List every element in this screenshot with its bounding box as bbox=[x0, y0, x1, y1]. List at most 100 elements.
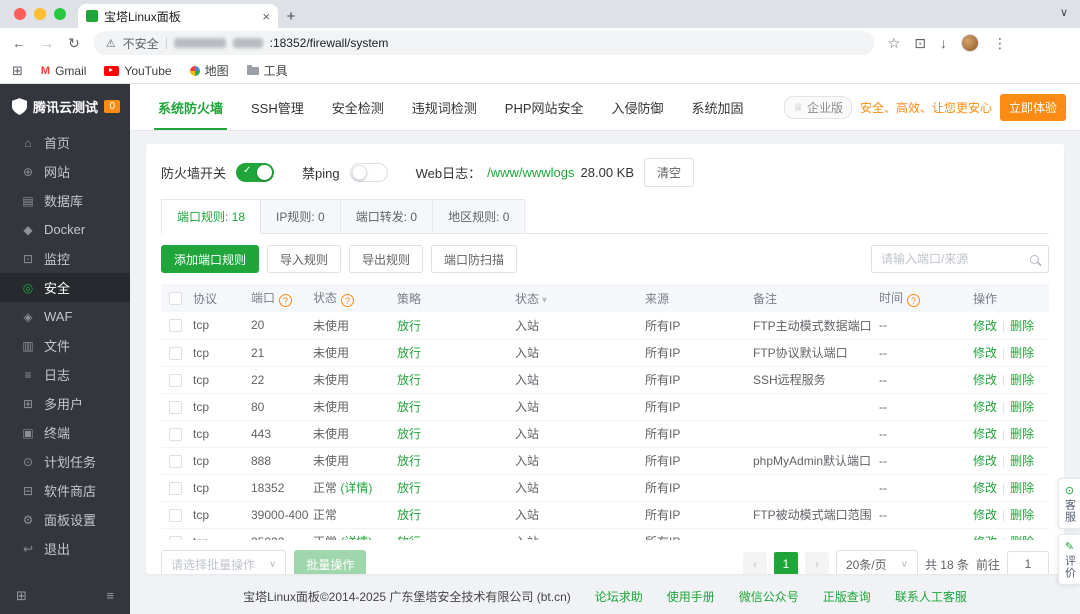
edit-link[interactable]: 修改 bbox=[973, 373, 997, 387]
select-all-checkbox[interactable] bbox=[169, 292, 182, 305]
page-size-select[interactable]: 20条/页 ∨ bbox=[836, 550, 918, 574]
top-tab[interactable]: 入侵防御 bbox=[598, 84, 678, 130]
apps-grid-icon[interactable]: ⊞ bbox=[12, 63, 23, 79]
sidebar-item-security[interactable]: ◎安全 bbox=[0, 273, 130, 302]
search-icon[interactable] bbox=[1030, 255, 1039, 264]
sidebar-item-database[interactable]: ▤数据库 bbox=[0, 186, 130, 215]
batch-apply-button[interactable]: 批量操作 bbox=[294, 550, 366, 574]
profile-avatar[interactable] bbox=[961, 34, 979, 52]
footer-link[interactable]: 正版查询 bbox=[823, 588, 871, 605]
edit-link[interactable]: 修改 bbox=[973, 427, 997, 441]
batch-select[interactable]: 请选择批量操作 ∨ bbox=[161, 550, 286, 574]
tab-close-icon[interactable]: × bbox=[262, 9, 270, 24]
message-count-badge[interactable]: 0 bbox=[104, 100, 120, 113]
bookmark-star-icon[interactable]: ☆ bbox=[888, 35, 901, 52]
edit-link[interactable]: 修改 bbox=[973, 319, 997, 333]
current-page-button[interactable]: 1 bbox=[774, 552, 798, 574]
delete-link[interactable]: 删除 bbox=[1010, 373, 1034, 387]
rule-subtab[interactable]: 地区规则: 0 bbox=[432, 199, 525, 234]
edit-link[interactable]: 修改 bbox=[973, 400, 997, 414]
help-icon[interactable]: ? bbox=[279, 294, 292, 307]
footer-link[interactable]: 使用手册 bbox=[667, 588, 715, 605]
sidebar-item-cron[interactable]: ⊙计划任务 bbox=[0, 447, 130, 476]
edit-link[interactable]: 修改 bbox=[973, 481, 997, 495]
prev-page-button[interactable]: ‹ bbox=[743, 552, 767, 574]
new-tab-button[interactable]: + bbox=[278, 4, 304, 28]
top-tab[interactable]: SSH管理 bbox=[237, 84, 318, 130]
row-checkbox[interactable] bbox=[169, 482, 182, 495]
browser-menu-icon[interactable]: ⋮ bbox=[993, 35, 1007, 52]
ping-toggle[interactable] bbox=[350, 163, 388, 182]
row-checkbox[interactable] bbox=[169, 401, 182, 414]
try-now-button[interactable]: 立即体验 bbox=[1000, 94, 1066, 121]
toolbar-button[interactable]: 添加端口规则 bbox=[161, 245, 259, 273]
top-tab[interactable]: 系统加固 bbox=[678, 84, 758, 130]
top-tab[interactable]: 违规词检测 bbox=[398, 84, 491, 130]
toolbar-button[interactable]: 导入规则 bbox=[267, 245, 341, 273]
delete-link[interactable]: 删除 bbox=[1010, 319, 1034, 333]
rule-subtab[interactable]: 端口转发: 0 bbox=[340, 199, 433, 234]
widget-feedback[interactable]: ✎评价 bbox=[1058, 534, 1080, 585]
window-minimize-button[interactable] bbox=[34, 8, 46, 20]
bookmark-item[interactable]: YouTube bbox=[104, 64, 171, 78]
window-zoom-button[interactable] bbox=[54, 8, 66, 20]
top-tab[interactable]: PHP网站安全 bbox=[491, 84, 598, 130]
edit-link[interactable]: 修改 bbox=[973, 508, 997, 522]
bookmark-item[interactable]: 地图 bbox=[190, 62, 229, 79]
help-icon[interactable]: ? bbox=[341, 294, 354, 307]
enterprise-badge[interactable]: ♕ 企业版 bbox=[784, 96, 852, 119]
delete-link[interactable]: 删除 bbox=[1010, 346, 1034, 360]
sidebar-item-home[interactable]: ⌂首页 bbox=[0, 128, 130, 157]
toolbar-button[interactable]: 导出规则 bbox=[349, 245, 423, 273]
delete-link[interactable]: 删除 bbox=[1010, 400, 1034, 414]
sidebar-item-terminal[interactable]: ▣终端 bbox=[0, 418, 130, 447]
footer-link[interactable]: 论坛求助 bbox=[595, 588, 643, 605]
sidebar-item-docker[interactable]: ◆Docker bbox=[0, 215, 130, 244]
extensions-icon[interactable]: ⊡ bbox=[914, 35, 926, 52]
help-icon[interactable]: ? bbox=[907, 294, 920, 307]
sidebar-item-waf[interactable]: ◈WAF bbox=[0, 302, 130, 331]
row-checkbox[interactable] bbox=[169, 455, 182, 468]
top-tab[interactable]: 安全检测 bbox=[318, 84, 398, 130]
row-checkbox[interactable] bbox=[169, 347, 182, 360]
status-detail-link[interactable]: (详情) bbox=[340, 535, 372, 540]
row-checkbox[interactable] bbox=[169, 374, 182, 387]
edit-link[interactable]: 修改 bbox=[973, 454, 997, 468]
browser-tab[interactable]: 宝塔Linux面板 × bbox=[78, 4, 278, 28]
bookmark-item[interactable]: MGmail bbox=[41, 64, 87, 78]
window-close-button[interactable] bbox=[14, 8, 26, 20]
sidebar-item-settings[interactable]: ⚙面板设置 bbox=[0, 505, 130, 534]
goto-page-input[interactable] bbox=[1007, 551, 1049, 574]
bookmark-item[interactable]: 工具 bbox=[247, 62, 288, 79]
sidebar-item-store[interactable]: ⊟软件商店 bbox=[0, 476, 130, 505]
sidebar-item-logs[interactable]: ≡日志 bbox=[0, 360, 130, 389]
top-tab[interactable]: 系统防火墙 bbox=[144, 84, 237, 130]
row-checkbox[interactable] bbox=[169, 536, 182, 540]
footer-link[interactable]: 微信公众号 bbox=[739, 588, 799, 605]
delete-link[interactable]: 删除 bbox=[1010, 535, 1034, 540]
firewall-toggle[interactable] bbox=[236, 163, 274, 182]
delete-link[interactable]: 删除 bbox=[1010, 481, 1034, 495]
row-checkbox[interactable] bbox=[169, 509, 182, 522]
edit-link[interactable]: 修改 bbox=[973, 346, 997, 360]
rule-subtab[interactable]: IP规则: 0 bbox=[260, 199, 341, 234]
search-input[interactable] bbox=[881, 252, 1024, 266]
widget-support[interactable]: ⊙客服 bbox=[1058, 478, 1080, 529]
download-icon[interactable]: ↓ bbox=[940, 35, 947, 51]
sort-caret-icon[interactable]: ▾ bbox=[542, 295, 547, 306]
row-checkbox[interactable] bbox=[169, 319, 182, 332]
clear-log-button[interactable]: 清空 bbox=[644, 158, 694, 187]
sidebar-item-monitor[interactable]: ⊡监控 bbox=[0, 244, 130, 273]
toolbar-button[interactable]: 端口防扫描 bbox=[431, 245, 517, 273]
forward-icon[interactable]: → bbox=[40, 35, 54, 51]
delete-link[interactable]: 删除 bbox=[1010, 508, 1034, 522]
sidebar-item-users[interactable]: ⊞多用户 bbox=[0, 389, 130, 418]
sidebar-item-site[interactable]: ⊕网站 bbox=[0, 157, 130, 186]
apps-icon[interactable]: ⊞ bbox=[16, 588, 27, 604]
next-page-button[interactable]: › bbox=[805, 552, 829, 574]
delete-link[interactable]: 删除 bbox=[1010, 427, 1034, 441]
row-checkbox[interactable] bbox=[169, 428, 182, 441]
rule-subtab[interactable]: 端口规则: 18 bbox=[161, 199, 261, 234]
footer-link[interactable]: 联系人工客服 bbox=[895, 588, 967, 605]
status-detail-link[interactable]: (详情) bbox=[340, 481, 372, 495]
